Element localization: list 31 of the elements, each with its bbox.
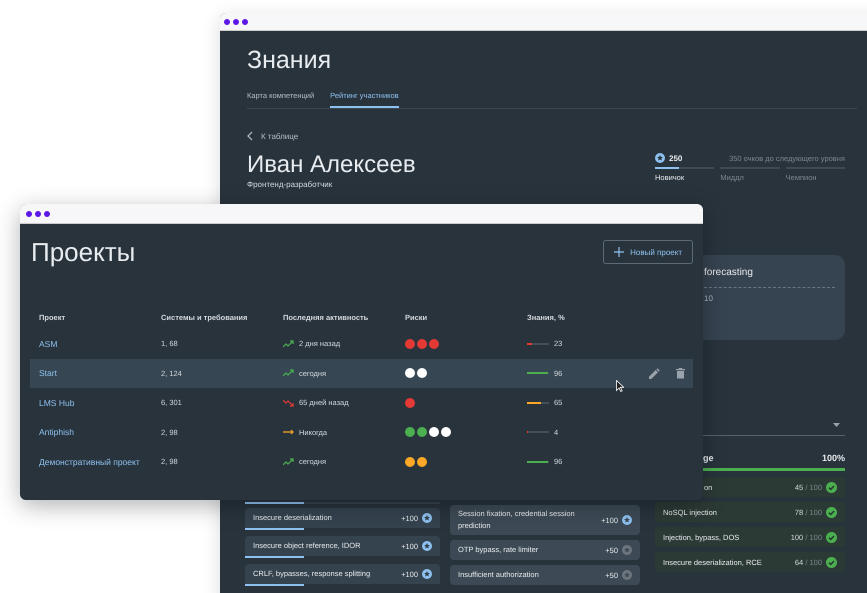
new-project-button[interactable]: Новый проект <box>603 240 693 264</box>
skills-percent: 100% <box>822 453 845 463</box>
edit-icon[interactable] <box>649 368 660 379</box>
mouse-cursor-icon <box>616 380 624 392</box>
project-link[interactable]: ASM <box>39 338 161 349</box>
trend-up-icon <box>283 369 295 378</box>
trend-up-icon <box>283 340 295 348</box>
chevron-left-icon <box>247 131 253 141</box>
page-title: Знания <box>247 45 332 75</box>
window-dots-icon <box>26 210 50 216</box>
plus-icon <box>614 247 624 257</box>
window-dots-icon <box>224 18 248 24</box>
trend-up-icon <box>283 458 295 466</box>
course-value: 10 <box>704 294 714 303</box>
star-badge-icon <box>655 153 665 163</box>
trend-down-icon <box>283 398 295 407</box>
person-name: Иван Алексеев <box>247 151 416 179</box>
course-card[interactable]: forecasting 10 <box>703 255 845 340</box>
project-link[interactable]: Antiphish <box>39 427 161 438</box>
skills-title: ge <box>703 453 714 463</box>
course-title: forecasting <box>704 267 754 278</box>
arrow-right-icon <box>283 428 295 436</box>
project-link[interactable]: LMS Hub <box>39 398 161 408</box>
project-link[interactable]: Start <box>39 368 161 378</box>
back-link[interactable]: К таблице <box>247 131 858 141</box>
caret-icon <box>833 423 840 427</box>
delete-icon[interactable] <box>676 368 685 379</box>
points-value: 250 <box>669 154 682 162</box>
page-title: Проекты <box>30 237 136 267</box>
project-link[interactable]: Демонстративный проект <box>39 456 161 467</box>
person-role: Фронтенд-разработчик <box>247 180 334 189</box>
